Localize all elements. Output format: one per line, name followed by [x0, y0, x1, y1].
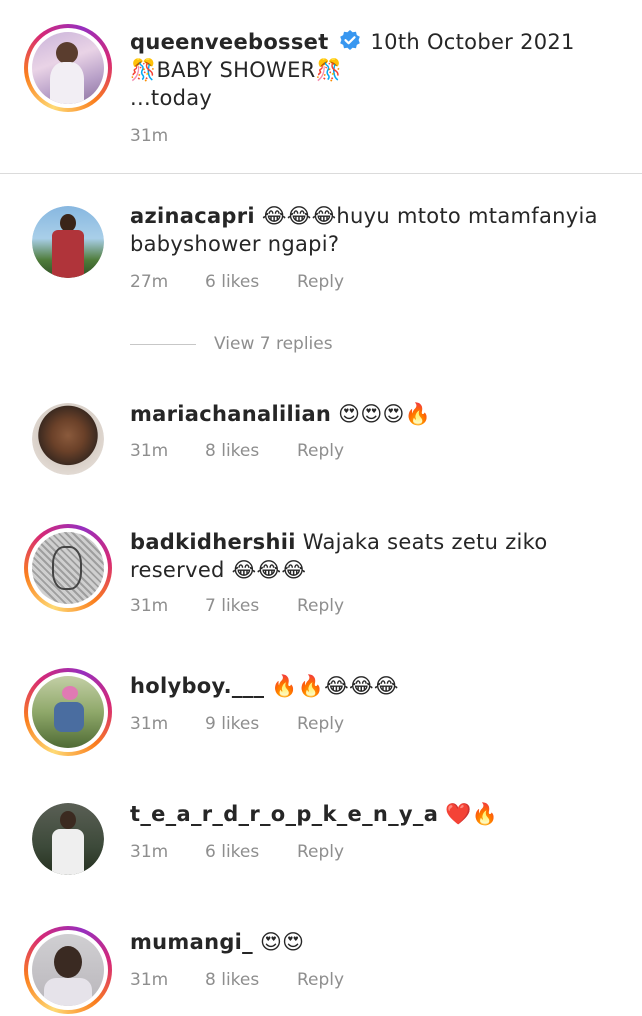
reply-button[interactable]: Reply — [297, 441, 344, 461]
avatar[interactable] — [24, 24, 112, 112]
avatar[interactable] — [32, 803, 104, 875]
comment-meta: 31m 8 likes Reply — [130, 441, 344, 461]
divider — [130, 343, 196, 345]
caption-username[interactable]: queenveebosset — [130, 30, 329, 54]
post-caption: queenveebosset 10th October 2021 🎊BABY S… — [0, 0, 642, 174]
comment-text: 😍😍😍🔥 — [338, 402, 432, 426]
caption-line2: ...today — [130, 86, 213, 110]
caption-meta: 31m — [130, 126, 205, 146]
comment-meta: 31m 8 likes Reply — [130, 970, 344, 990]
comment-time: 31m — [130, 970, 169, 990]
caption-line1: 🎊BABY SHOWER🎊 — [130, 58, 343, 82]
caption-date: 10th October 2021 — [370, 30, 575, 54]
comment-likes[interactable]: 6 likes — [205, 842, 297, 862]
comment-meta: 31m 6 likes Reply — [130, 842, 344, 862]
comment-username[interactable]: holyboy.___ — [130, 674, 264, 698]
reply-button[interactable]: Reply — [297, 842, 344, 862]
comment-meta: 27m 6 likes Reply — [130, 272, 344, 292]
verified-badge-icon — [339, 30, 360, 50]
comment-likes[interactable]: 7 likes — [205, 596, 297, 616]
comment-username[interactable]: t_e_a_r_d_r_o_p_k_e_n_y_a — [130, 802, 438, 826]
comment-username[interactable]: azinacapri — [130, 204, 255, 228]
comment-username[interactable]: badkidhershii — [130, 530, 296, 554]
comment-likes[interactable]: 8 likes — [205, 970, 297, 990]
comment-text: ❤️🔥 — [445, 802, 499, 826]
comment-time: 31m — [130, 714, 169, 734]
comment-text: 🔥🔥😂😂😂 — [271, 674, 399, 698]
comment-likes[interactable]: 9 likes — [205, 714, 297, 734]
comment-time: 31m — [130, 596, 169, 616]
caption-time: 31m — [130, 126, 169, 146]
comment-time: 31m — [130, 842, 169, 862]
comment-likes[interactable]: 6 likes — [205, 272, 297, 292]
avatar[interactable] — [32, 206, 104, 278]
comment-time: 31m — [130, 441, 169, 461]
reply-button[interactable]: Reply — [297, 272, 344, 292]
comment-text: 😍😍 — [259, 930, 305, 954]
avatar[interactable] — [32, 403, 104, 475]
avatar[interactable] — [24, 668, 112, 756]
comment-likes[interactable]: 8 likes — [205, 441, 297, 461]
reply-button[interactable]: Reply — [297, 714, 344, 734]
avatar[interactable] — [24, 524, 112, 612]
comment-username[interactable]: mariachanalilian — [130, 402, 331, 426]
comment-time: 27m — [130, 272, 169, 292]
reply-button[interactable]: Reply — [297, 596, 344, 616]
avatar[interactable] — [24, 926, 112, 1014]
comment-username[interactable]: mumangi_ — [130, 930, 253, 954]
comment-meta: 31m 7 likes Reply — [130, 596, 344, 616]
view-replies-button[interactable]: View 7 replies — [130, 334, 333, 354]
view-replies-label: View 7 replies — [214, 334, 333, 354]
comment-meta: 31m 9 likes Reply — [130, 714, 344, 734]
reply-button[interactable]: Reply — [297, 970, 344, 990]
